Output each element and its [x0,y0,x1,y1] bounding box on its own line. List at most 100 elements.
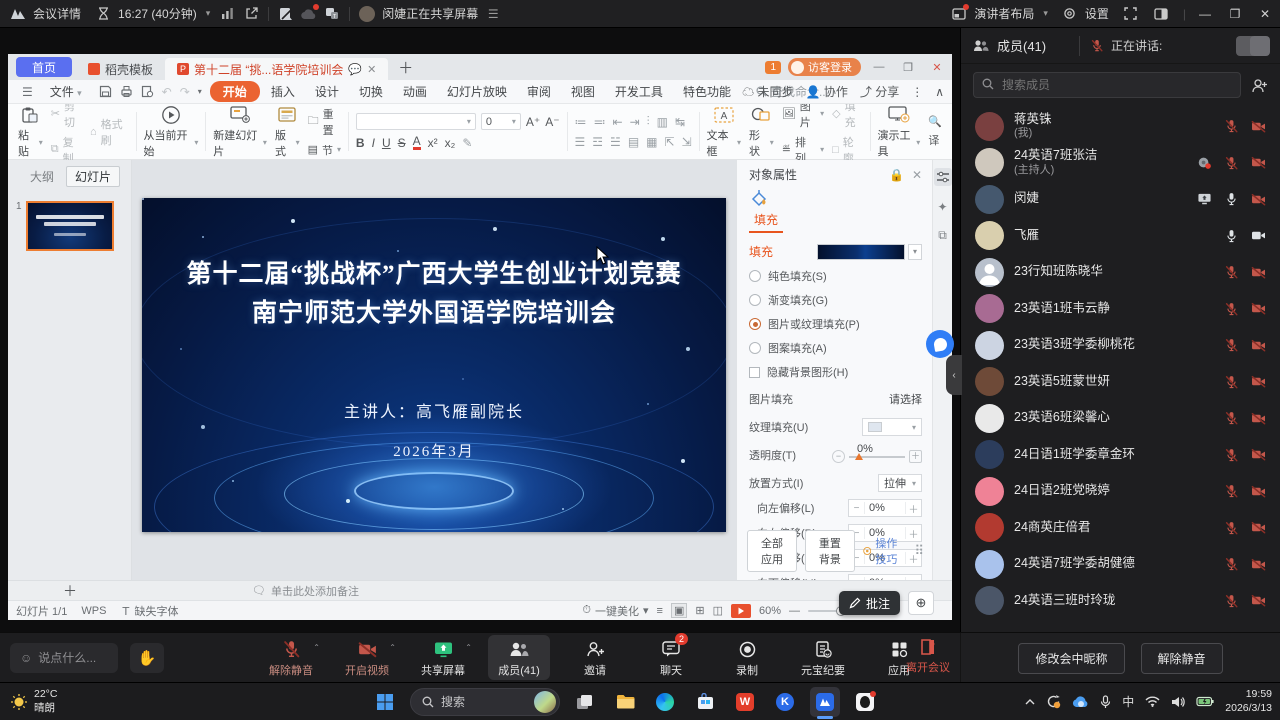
translate-icon[interactable]: 译 [928,132,942,148]
align-top-icon[interactable]: ⇱ [665,135,675,149]
tray-chevron-icon[interactable] [1025,698,1035,705]
zoom-in-tool[interactable]: ⊕ [908,591,934,615]
tips-link[interactable]: 操作技巧 [863,535,907,567]
member-row[interactable]: 24英语7班学委胡健德 [961,546,1280,583]
menu-item-9[interactable]: 特色功能 [674,81,740,102]
camera-muted-icon[interactable] [1251,193,1266,206]
checkbox-icon[interactable] [749,367,760,378]
assistant-ball[interactable] [926,330,954,358]
fill-option-0[interactable]: 纯色填充(S) [749,268,922,284]
more-caret-icon[interactable]: ▾ [198,87,202,96]
notes-view-icon[interactable]: ≡ [657,605,663,617]
notes-placeholder[interactable]: 🗨 单击此处添加备注 [252,583,359,599]
placement-select[interactable]: 拉伸▾ [878,474,922,492]
indent-increase-icon[interactable]: ⇥ [630,115,640,129]
radio-icon[interactable] [749,342,761,354]
member-row[interactable]: 23英语1班韦云静 [961,291,1280,328]
k-app-icon[interactable]: K [770,687,800,717]
sync-status[interactable]: ☁ 未同步 [742,83,793,100]
slide-thumbnail[interactable] [26,201,114,251]
store-icon[interactable] [690,687,720,717]
member-search-input[interactable] [973,72,1241,98]
maximize-button[interactable]: ❐ [1220,0,1250,28]
menu-item-3[interactable]: 切换 [350,81,392,102]
taskbar-weather[interactable]: 22°C晴朗 [10,688,57,714]
mic-muted-icon[interactable] [1225,156,1238,170]
wps-home-tab[interactable]: 首页 [16,57,72,77]
picture-fill-select[interactable]: 请选择 [889,391,922,407]
wps-minimize-button[interactable]: — [868,61,890,73]
mic-muted-icon[interactable] [1225,484,1238,498]
align-left-icon[interactable]: ☰ [575,135,586,149]
member-row[interactable]: 23英语3班学委柳桃花 [961,327,1280,364]
ime-indicator[interactable]: 中 [1122,693,1134,710]
fullscreen-icon[interactable] [1123,6,1139,22]
share-button[interactable]: ⤴ 分享 [860,83,899,100]
toolbar-camera-muted-button[interactable]: 开启视频⌃ [336,635,398,680]
camera-muted-icon[interactable] [1251,448,1266,461]
menu-item-1[interactable]: 插入 [262,81,304,102]
toolbar-record-button[interactable]: 录制 [716,635,778,680]
grid-view-icon[interactable]: ⊞ [695,604,704,617]
strike-button[interactable]: S [398,136,406,150]
reset-button[interactable]: 🗀 重置 [308,106,341,138]
undo-icon[interactable]: ↶ [162,85,172,99]
fill-swatch-caret-icon[interactable]: ▾ [908,244,922,260]
zoom-level[interactable]: 60% [759,605,781,617]
normal-view-icon[interactable]: ▣ [671,603,687,618]
mic-muted-icon[interactable] [1225,557,1238,571]
assistant-collapse-tab[interactable]: ‹ [946,355,962,395]
camera-muted-icon[interactable] [1251,339,1266,352]
mic-muted-icon[interactable] [1225,338,1238,352]
start-button[interactable] [370,687,400,717]
leave-meeting-button[interactable]: 离开会议 [906,638,950,675]
edge-browser-icon[interactable] [650,687,680,717]
effects-strip-icon[interactable]: ✦ [937,200,947,214]
mic-muted-icon[interactable] [1225,594,1238,608]
meeting-app-icon[interactable] [810,687,840,717]
fill-option-3[interactable]: 图案填充(A) [749,340,922,356]
offset-spinner[interactable]: −0%＋ [848,499,922,517]
camera-muted-icon[interactable] [1251,412,1266,425]
menu-item-4[interactable]: 动画 [394,81,436,102]
camera-muted-icon[interactable] [1251,302,1266,315]
member-row[interactable]: 24日语2班党晓婷 [961,473,1280,510]
menu-item-6[interactable]: 审阅 [518,81,560,102]
mic-muted-icon[interactable] [1225,375,1238,389]
menu-item-0[interactable]: 开始 [210,81,260,102]
camera-muted-icon[interactable] [1251,156,1266,169]
settings-button[interactable]: 设置 [1062,5,1109,22]
panel-close-icon[interactable]: ✕ [912,168,922,182]
mic-muted-icon[interactable] [1225,119,1238,133]
play-from-current-button[interactable]: 从当前开始▾ [143,105,198,159]
camera-on-icon[interactable] [1251,229,1266,242]
pin-lock-icon[interactable]: 🔒 [889,168,904,182]
caret-icon[interactable]: ⌃ [313,643,320,652]
fill-swatch[interactable] [817,244,905,260]
toolbar-minutes-button[interactable]: 元宝纪要 [792,635,854,680]
increase-font-icon[interactable]: A⁺ [526,115,540,129]
wps-close-button[interactable]: ✕ [926,61,948,74]
fill-option-2[interactable]: 图片或纹理填充(P) [749,316,922,332]
notification-badge[interactable]: 1 [765,61,781,74]
rename-button[interactable]: 修改会中昵称 [1018,643,1124,674]
member-row[interactable]: 闵婕 [961,181,1280,218]
zoom-out-icon[interactable]: — [789,605,800,617]
apply-all-button[interactable]: 全部应用 [747,530,797,572]
menu-item-8[interactable]: 开发工具 [606,81,672,102]
menu-item-7[interactable]: 视图 [562,81,604,102]
mic-on-icon[interactable] [1225,229,1238,243]
toolbar-members-button[interactable]: 成员(41) [488,635,550,680]
mic-muted-icon[interactable] [1225,521,1238,535]
member-row[interactable]: 24日语1班学委章金环 [961,437,1280,474]
qq-icon[interactable] [850,687,880,717]
new-slide-button[interactable]: 新建幻灯片▾ [213,105,267,159]
meeting-details-button[interactable]: 会议详情 [33,5,81,22]
docs-icon[interactable] [278,6,294,22]
caret-icon[interactable]: ⌃ [465,643,472,652]
properties-strip-icon[interactable] [934,168,952,186]
popout-icon[interactable] [243,6,259,22]
close-button[interactable]: ✕ [1250,0,1280,28]
add-slide-button[interactable]: ＋ [8,581,132,601]
align-bottom-icon[interactable]: ⇲ [682,135,692,149]
